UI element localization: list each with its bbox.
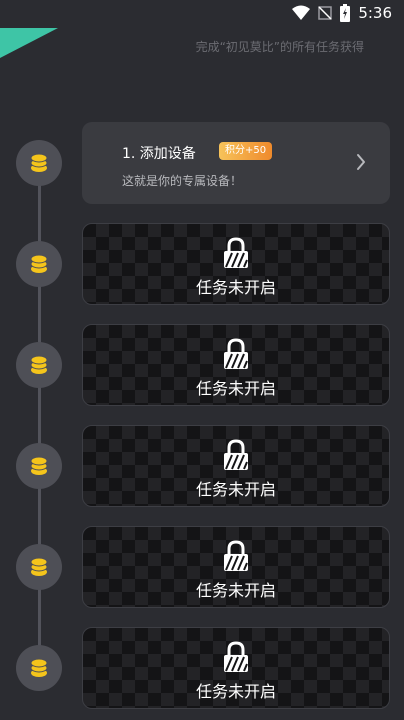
coin-stack-icon bbox=[30, 557, 48, 576]
task-card-locked: 任务未开启 bbox=[82, 627, 390, 709]
task-card-locked: 任务未开启 bbox=[82, 324, 390, 406]
task-title: 1. 添加设备 bbox=[122, 146, 196, 162]
coin-node bbox=[16, 645, 62, 691]
accent-corner bbox=[0, 28, 58, 58]
lock-icon bbox=[224, 439, 248, 470]
lock-icon bbox=[224, 338, 248, 369]
points-badge: 积分+50 bbox=[219, 142, 273, 160]
coin-node bbox=[16, 140, 62, 186]
task-card-add-device[interactable]: 1. 添加设备 积分+50 这就是你的专属设备！ bbox=[82, 122, 390, 204]
battery-charging-icon bbox=[340, 4, 351, 22]
status-icons: 5:36 bbox=[292, 4, 392, 22]
task-card-locked: 任务未开启 bbox=[82, 223, 390, 305]
coin-stack-icon bbox=[30, 355, 48, 374]
locked-label: 任务未开启 bbox=[195, 682, 276, 701]
lock-icon bbox=[224, 641, 248, 672]
coin-stack-icon bbox=[30, 456, 48, 475]
chevron-right-icon[interactable] bbox=[356, 153, 366, 171]
coin-stack-icon bbox=[30, 658, 48, 677]
coin-node bbox=[16, 443, 62, 489]
timeline-line bbox=[38, 160, 41, 680]
locked-label: 任务未开启 bbox=[195, 480, 276, 499]
locked-label: 任务未开启 bbox=[195, 379, 276, 398]
wifi-icon bbox=[292, 5, 311, 20]
task-card-locked: 任务未开启 bbox=[82, 526, 390, 608]
lock-icon bbox=[224, 540, 248, 571]
locked-label: 任务未开启 bbox=[195, 581, 276, 600]
lock-icon bbox=[224, 237, 248, 268]
coin-node bbox=[16, 342, 62, 388]
locked-label: 任务未开启 bbox=[195, 278, 276, 297]
status-bar: 5:36 bbox=[0, 0, 404, 30]
task-description: 这就是你的专属设备！ bbox=[122, 174, 243, 188]
task-card-locked: 任务未开启 bbox=[82, 425, 390, 507]
no-signal-icon bbox=[318, 6, 333, 20]
page-subtitle: 完成“初见莫比”的所有任务获得 bbox=[195, 40, 364, 54]
coin-node bbox=[16, 544, 62, 590]
coin-node bbox=[16, 241, 62, 287]
status-time: 5:36 bbox=[358, 4, 392, 22]
coin-stack-icon bbox=[30, 153, 48, 172]
coin-stack-icon bbox=[30, 254, 48, 273]
